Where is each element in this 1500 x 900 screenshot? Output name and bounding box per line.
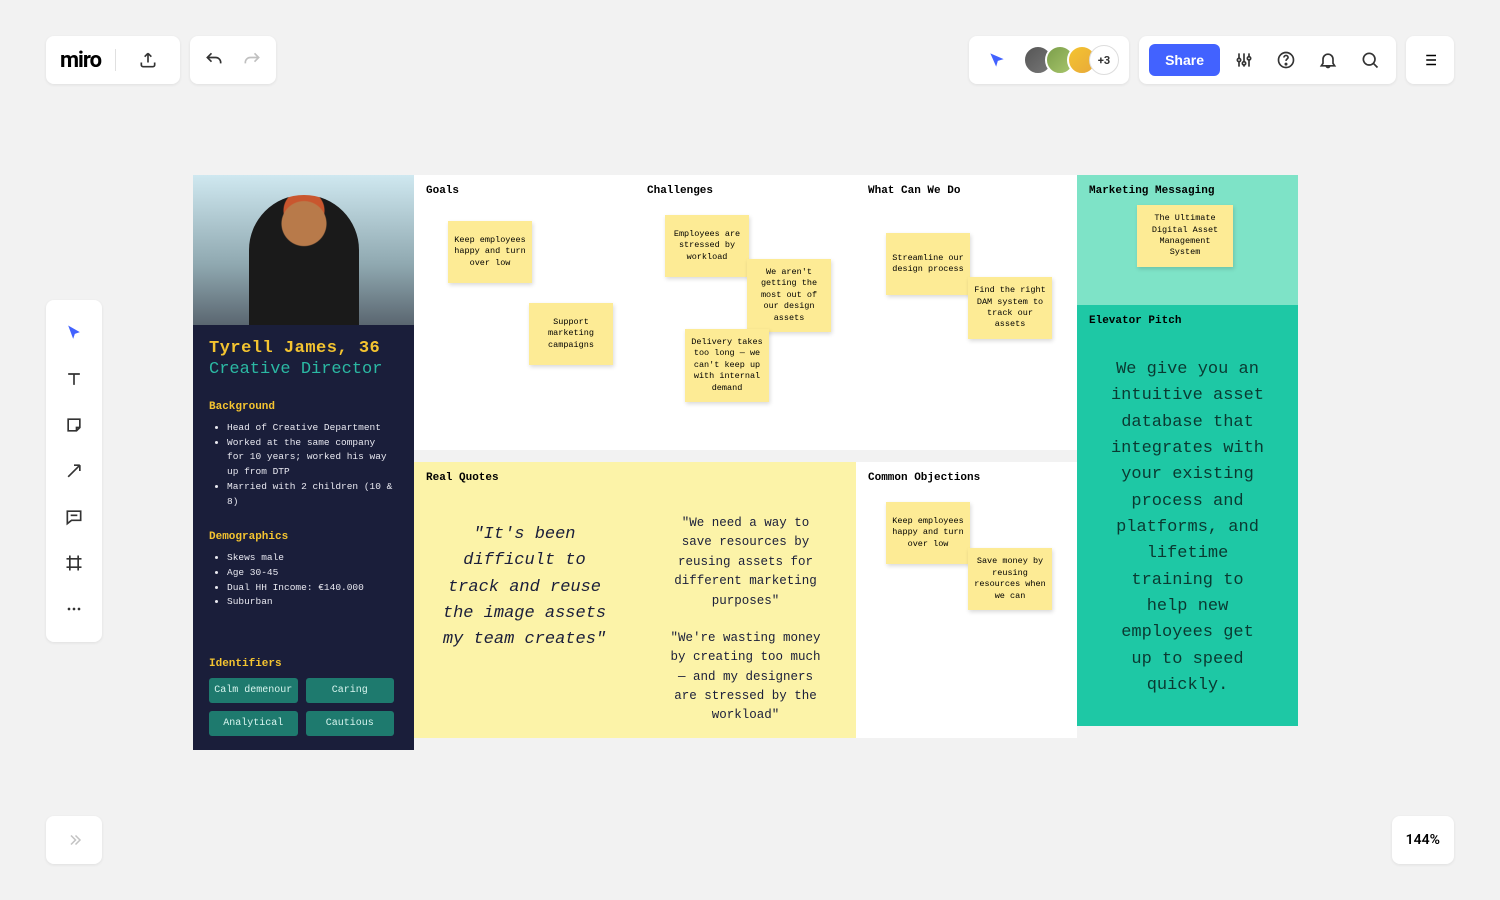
more-tools[interactable] — [46, 586, 102, 632]
sticky-tool[interactable] — [46, 402, 102, 448]
tag: Cautious — [306, 711, 395, 736]
panel-title: Common Objections — [868, 472, 1065, 484]
sticky-note[interactable]: Save money by reusing resources when we … — [968, 548, 1052, 610]
text-tool[interactable] — [46, 356, 102, 402]
avatar-stack[interactable]: +3 — [1023, 45, 1119, 75]
arrow-tool[interactable] — [46, 448, 102, 494]
sticky-note[interactable]: Find the right DAM system to track our a… — [968, 277, 1052, 339]
goals-panel[interactable]: Goals Keep employees happy and turn over… — [414, 175, 635, 450]
top-bar-right: +3 Share — [969, 36, 1454, 84]
challenges-panel[interactable]: Challenges Employees are stressed by wor… — [635, 175, 856, 450]
tag: Calm demenour — [209, 678, 298, 703]
list-item: Skews male — [227, 551, 398, 566]
list-item: Age 30-45 — [227, 566, 398, 581]
list-item: Head of Creative Department — [227, 421, 398, 436]
redo-icon[interactable] — [234, 42, 270, 78]
pitch-text: We give you an intuitive asset database … — [1089, 327, 1286, 699]
settings-icon[interactable] — [1226, 42, 1262, 78]
persona-name: Tyrell James, 36 — [209, 339, 398, 358]
cursor-tracking-icon[interactable] — [979, 42, 1015, 78]
avatar-more[interactable]: +3 — [1089, 45, 1119, 75]
quotes-panel-1[interactable]: Real Quotes "It's been difficult to trac… — [414, 462, 635, 738]
tag: Analytical — [209, 711, 298, 736]
share-card: Share — [1139, 36, 1396, 84]
rightcol: Marketing Messaging The Ultimate Digital… — [1077, 175, 1298, 750]
frame-tool[interactable] — [46, 540, 102, 586]
background-heading: Background — [209, 401, 398, 413]
panel-title: What Can We Do — [868, 185, 1065, 197]
marketing-panel[interactable]: Marketing Messaging The Ultimate Digital… — [1077, 175, 1298, 305]
undo-icon[interactable] — [196, 42, 232, 78]
persona-role: Creative Director — [209, 360, 398, 379]
wedo-panel[interactable]: What Can We Do Streamline our design pro… — [856, 175, 1077, 450]
export-icon[interactable] — [130, 42, 166, 78]
persona-panel[interactable]: Tyrell James, 36 Creative Director Backg… — [193, 175, 414, 750]
top-bar: miro +3 S — [46, 36, 1454, 84]
identifiers-heading: Identifiers — [209, 658, 398, 670]
zoom-level[interactable]: 144% — [1392, 816, 1454, 864]
list-item: Suburban — [227, 595, 398, 610]
expand-panel-button[interactable] — [46, 816, 102, 864]
history-card — [190, 36, 276, 84]
quote-text: "It's been difficult to track and reuse … — [426, 484, 623, 654]
panel-title: Real Quotes — [426, 472, 623, 484]
sticky-note[interactable]: Keep employees happy and turn over low — [448, 221, 532, 283]
board-canvas[interactable]: Tyrell James, 36 Creative Director Backg… — [193, 175, 1293, 726]
list-item: Married with 2 children (10 & 8) — [227, 480, 398, 509]
objections-panel[interactable]: Common Objections Keep employees happy a… — [856, 462, 1077, 738]
select-tool[interactable] — [46, 310, 102, 356]
pitch-panel[interactable]: Elevator Pitch We give you an intuitive … — [1077, 305, 1298, 726]
sticky-note[interactable]: Delivery takes too long — we can't keep … — [685, 329, 769, 402]
list-item: Worked at the same company for 10 years;… — [227, 436, 398, 480]
app-logo[interactable]: miro — [60, 48, 101, 73]
sticky-note[interactable]: Support marketing campaigns — [529, 303, 613, 365]
quote-text: "We're wasting money by creating too muc… — [647, 611, 844, 726]
panel-title: Elevator Pitch — [1089, 315, 1286, 327]
quote-text: "We need a way to save resources by reus… — [647, 472, 844, 611]
list-item: Dual HH Income: €140.000 — [227, 581, 398, 596]
panel-title: Challenges — [647, 185, 844, 197]
identifier-tags: Calm demenour Caring Analytical Cautious — [209, 678, 398, 736]
sticky-note[interactable]: Streamline our design process — [886, 233, 970, 295]
quotes-panel-2[interactable]: "We need a way to save resources by reus… — [635, 462, 856, 738]
panel-title: Marketing Messaging — [1089, 185, 1286, 197]
sticky-note[interactable]: We aren't getting the most out of our de… — [747, 259, 831, 332]
demographics-heading: Demographics — [209, 531, 398, 543]
presence-card: +3 — [969, 36, 1129, 84]
tool-bar — [46, 300, 102, 642]
notifications-icon[interactable] — [1310, 42, 1346, 78]
divider — [115, 49, 116, 71]
sticky-note[interactable]: Employees are stressed by workload — [665, 215, 749, 277]
share-button[interactable]: Share — [1149, 44, 1220, 76]
menu-button[interactable] — [1406, 36, 1454, 84]
panel-title: Goals — [426, 185, 623, 197]
help-icon[interactable] — [1268, 42, 1304, 78]
sticky-note[interactable]: Keep employees happy and turn over low — [886, 502, 970, 564]
demographics-list: Skews male Age 30-45 Dual HH Income: €14… — [209, 551, 398, 610]
comment-tool[interactable] — [46, 494, 102, 540]
tag: Caring — [306, 678, 395, 703]
persona-photo — [193, 175, 414, 325]
sticky-note[interactable]: The Ultimate Digital Asset Management Sy… — [1137, 205, 1233, 267]
top-bar-left: miro — [46, 36, 276, 84]
search-icon[interactable] — [1352, 42, 1388, 78]
logo-card: miro — [46, 36, 180, 84]
background-list: Head of Creative Department Worked at th… — [209, 421, 398, 509]
